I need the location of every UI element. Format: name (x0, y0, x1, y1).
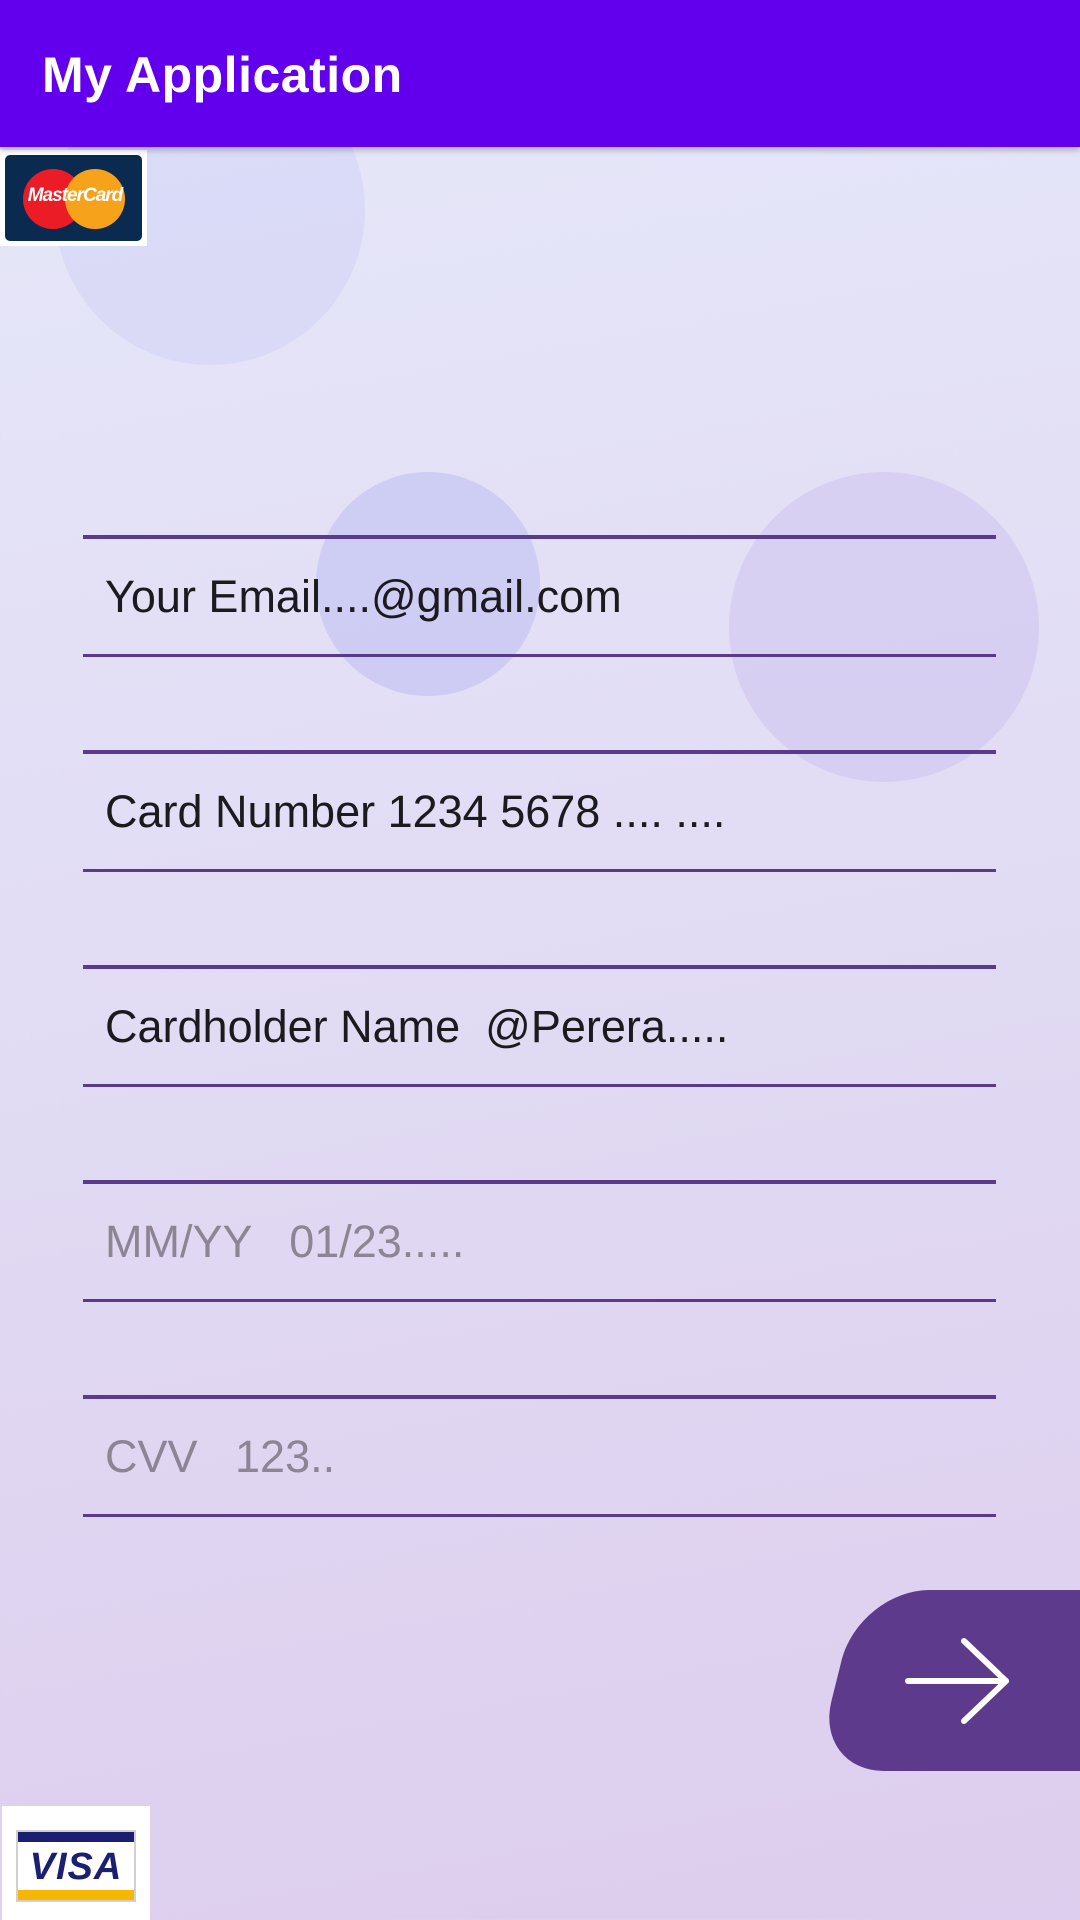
mastercard-logo-text: MasterCard (27, 185, 124, 206)
card-number-field[interactable]: Card Number 1234 5678 .... .... (83, 750, 996, 872)
cardholder-name-field[interactable]: Cardholder Name @Perera..... (83, 965, 996, 1087)
expiry-date-field[interactable]: MM/YY 01/23..... (83, 1180, 996, 1302)
expiry-date-placeholder: MM/YY 01/23..... (105, 1216, 465, 1267)
cardholder-name-value: Cardholder Name @Perera..... (105, 1001, 729, 1052)
mastercard-logo[interactable]: MasterCard (0, 150, 147, 246)
visa-card-icon: VISA (16, 1830, 136, 1902)
cvv-placeholder: CVV 123.. (105, 1431, 336, 1482)
mastercard-card-icon: MasterCard (5, 155, 142, 241)
visa-logo-text: VISA (29, 1846, 123, 1888)
cvv-field[interactable]: CVV 123.. (83, 1395, 996, 1517)
arrow-right-icon[interactable] (904, 1636, 1014, 1726)
visa-bottom-stripe (18, 1890, 134, 1900)
app-bar: My Application (0, 0, 1080, 147)
email-field[interactable]: Your Email....@gmail.com (83, 535, 996, 657)
visa-logo[interactable]: VISA (2, 1806, 150, 1920)
card-number-value: Card Number 1234 5678 .... .... (105, 786, 726, 837)
email-value: Your Email....@gmail.com (105, 571, 622, 622)
app-title: My Application (42, 47, 403, 103)
visa-top-stripe (18, 1832, 134, 1842)
